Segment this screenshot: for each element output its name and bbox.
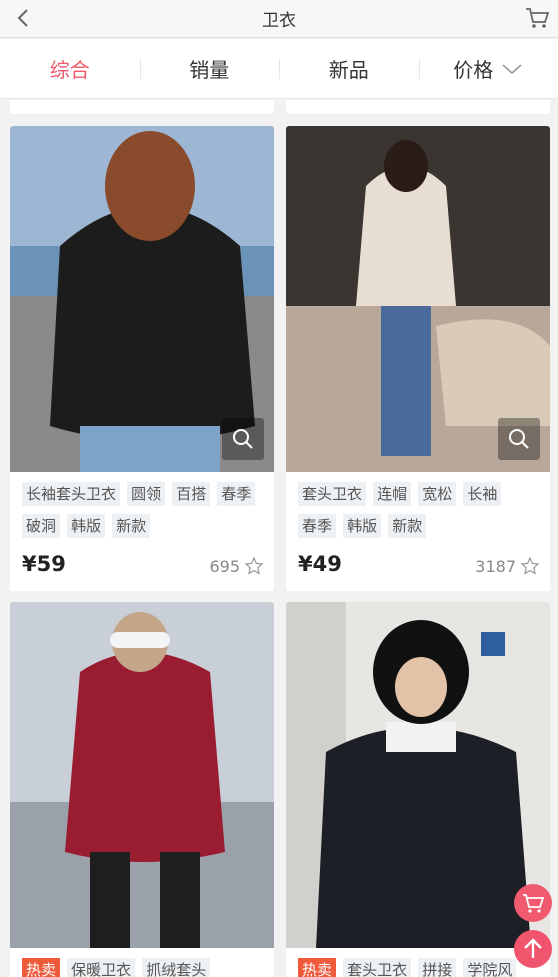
tag[interactable]: 抓绒套头 xyxy=(142,958,211,977)
page-title: 卫衣 xyxy=(262,11,296,31)
hot-badge: 热卖 xyxy=(22,958,61,977)
tag[interactable]: 宽松 xyxy=(418,482,457,506)
product-card[interactable]: 套头卫衣 连帽 宽松 长袖 春季 韩版 新款 ¥49 3187 xyxy=(286,126,550,591)
product-price: ¥59 xyxy=(22,552,66,576)
tag-list: 热卖 套头卫衣 拼接 学院风 xyxy=(298,958,542,977)
product-image[interactable] xyxy=(10,602,274,948)
tag[interactable]: 春季 xyxy=(217,482,256,506)
tag[interactable]: 长袖套头卫衣 xyxy=(22,482,121,506)
tag[interactable]: 套头卫衣 xyxy=(298,482,367,506)
cart-icon[interactable] xyxy=(524,5,550,31)
like-count[interactable]: 3187 xyxy=(475,556,540,576)
nav-bar: 卫衣 xyxy=(0,0,558,38)
tag[interactable]: 新款 xyxy=(388,514,427,538)
product-card[interactable]: 热卖 保暖卫衣 抓绒套头 xyxy=(10,602,274,977)
product-card[interactable]: 长袖套头卫衣 圆领 百搭 春季 破洞 韩版 新款 ¥59 695 xyxy=(10,126,274,591)
product-price: ¥49 xyxy=(298,552,342,576)
tag[interactable]: 新款 xyxy=(112,514,151,538)
star-icon[interactable] xyxy=(520,556,540,576)
tag[interactable]: 连帽 xyxy=(373,482,412,506)
tab-price[interactable]: 价格 xyxy=(418,39,558,98)
tag[interactable]: 拼接 xyxy=(418,958,457,977)
tag-list: 套头卫衣 连帽 宽松 长袖 春季 韩版 新款 xyxy=(298,482,542,546)
tag[interactable]: 长袖 xyxy=(463,482,502,506)
tab-sales[interactable]: 销量 xyxy=(139,39,280,98)
tag-list: 热卖 保暖卫衣 抓绒套头 xyxy=(22,958,266,977)
tag[interactable]: 春季 xyxy=(298,514,337,538)
product-grid: 长袖套头卫衣 圆领 百搭 春季 破洞 韩版 新款 ¥59 695 套头卫衣 连帽… xyxy=(0,100,558,977)
product-card[interactable] xyxy=(286,100,550,114)
tag[interactable]: 韩版 xyxy=(67,514,106,538)
product-image[interactable] xyxy=(286,602,550,948)
sort-tabs: 综合 销量 新品 价格 xyxy=(0,39,558,99)
like-count[interactable]: 695 xyxy=(209,556,264,576)
tag[interactable]: 学院风 xyxy=(463,958,517,977)
tag[interactable]: 保暖卫衣 xyxy=(67,958,136,977)
zoom-icon[interactable] xyxy=(222,418,264,460)
tab-new[interactable]: 新品 xyxy=(279,39,419,98)
tag-list: 长袖套头卫衣 圆领 百搭 春季 破洞 韩版 新款 xyxy=(22,482,266,546)
tag[interactable]: 破洞 xyxy=(22,514,61,538)
back-to-top-button[interactable] xyxy=(514,930,552,968)
product-card[interactable]: 热卖 套头卫衣 拼接 学院风 xyxy=(286,602,550,977)
chevron-down-icon xyxy=(502,63,522,74)
hot-badge: 热卖 xyxy=(298,958,337,977)
product-card[interactable] xyxy=(10,100,274,114)
tag[interactable]: 韩版 xyxy=(343,514,382,538)
star-icon[interactable] xyxy=(244,556,264,576)
tag[interactable]: 圆领 xyxy=(127,482,166,506)
zoom-icon[interactable] xyxy=(498,418,540,460)
floating-cart-button[interactable] xyxy=(514,884,552,922)
arrow-up-icon xyxy=(524,938,542,958)
tab-comprehensive[interactable]: 综合 xyxy=(0,39,140,98)
cart-icon xyxy=(523,894,545,913)
tag[interactable]: 百搭 xyxy=(172,482,211,506)
tag[interactable]: 套头卫衣 xyxy=(343,958,412,977)
